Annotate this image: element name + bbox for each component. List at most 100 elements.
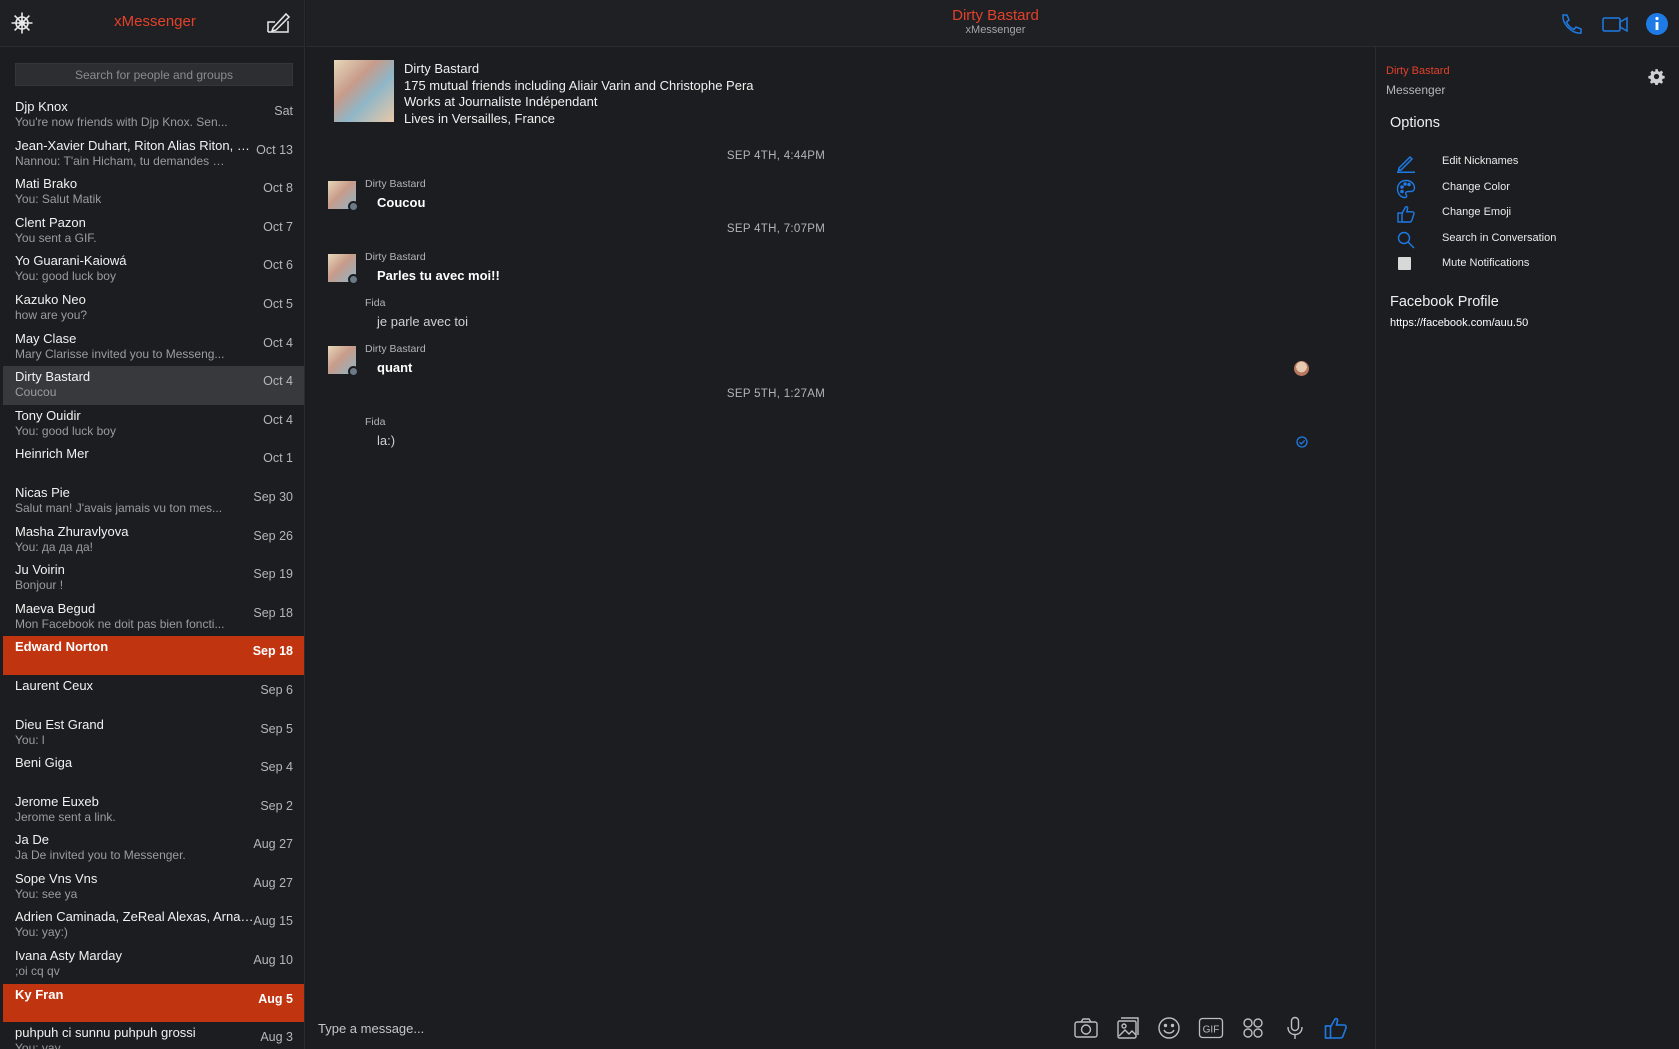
conversation-item[interactable]: Mati Brako You: Salut Matik Oct 8 (3, 173, 304, 212)
conversation-item[interactable]: Jerome Euxeb Jerome sent a link. Sep 2 (3, 791, 304, 830)
conversation-preview: You're now friends with Djp Knox. Sen... (15, 115, 228, 129)
date-separator: SEP 4TH, 7:07PM (726, 223, 826, 235)
conversation-preview: You: Salut Matik (15, 192, 102, 207)
avatar[interactable] (328, 254, 359, 285)
option-mute-notifications[interactable]: Mute Notifications (1390, 253, 1650, 275)
conversation-item[interactable]: Heinrich Mer Oct 1 (3, 443, 304, 482)
conversation-preview: You: good luck boy (15, 423, 116, 438)
facebook-profile-link[interactable]: https://facebook.com/auu.50 (1390, 317, 1528, 329)
conversation-name: Ivana Asty Marday (15, 948, 122, 964)
message-text: Parles tu avec moi!! (377, 268, 500, 283)
conversation-date: Oct 6 (263, 258, 293, 273)
search-input[interactable] (15, 63, 293, 86)
conversation-list: Djp Knox You're now friends with Djp Knox… (3, 96, 304, 1049)
conversation-item[interactable]: Maeva Begud Mon Facebook ne doit pas bien… (3, 598, 304, 637)
gif-icon[interactable]: GIF (1198, 1015, 1224, 1041)
gear-icon[interactable] (1648, 68, 1665, 85)
conversation-item[interactable]: May Clase Mary Clarisse invited you to Me… (3, 328, 304, 367)
conversation-name: Sope Vns Vns (15, 870, 98, 886)
conversation-name: Jean-Xavier Duhart, Riton Alias Riton, S… (15, 137, 255, 153)
emoji-icon[interactable] (1156, 1015, 1182, 1041)
conversation-item[interactable]: Dirty Bastard Coucou Oct 4 (3, 366, 304, 405)
stickers-icon[interactable] (1240, 1015, 1266, 1041)
conversation-item[interactable]: Edward Norton Sep 18 (3, 636, 304, 675)
conversation-date: Oct 4 (263, 374, 293, 389)
conversation-preview: You sent a GIF. (15, 230, 97, 245)
phone-icon[interactable] (1558, 12, 1584, 36)
conversation-preview: You: see ya (15, 886, 78, 901)
conversation-date: Aug 15 (253, 914, 293, 929)
conversation-name: Beni Giga (15, 755, 73, 771)
compose-icon[interactable] (265, 11, 291, 35)
conversation-name: Dirty Bastard (15, 369, 91, 385)
video-call-icon[interactable] (1601, 12, 1628, 36)
conversation-name: Ky Fran (15, 986, 64, 1002)
option-edit-nicknames[interactable]: Edit Nicknames (1390, 151, 1650, 173)
conversation-date: Sep 30 (253, 489, 293, 504)
conversation-item[interactable]: puhpuh ci sunnu puhpuh grossi You: yay Aug… (3, 1022, 304, 1049)
conversation-date: Sep 4 (260, 760, 293, 775)
conversation-item[interactable]: Laurent Ceux Sep 6 (3, 675, 304, 714)
details-panel: Dirty Bastard Messenger Options Edit Nic… (1375, 47, 1679, 1049)
conversation-item[interactable]: Sope Vns Vns You: see ya Aug 27 (3, 868, 304, 907)
conversation-name: Adrien Caminada, ZeReal Alexas, Arnau... (15, 909, 255, 925)
option-change-emoji[interactable]: Change Emoji (1390, 202, 1650, 224)
message-sender: Dirty Bastard (365, 178, 426, 190)
conversation-item[interactable]: Dieu Est Grand You: l Sep 5 (3, 714, 304, 753)
profile-mutual-friends: 175 mutual friends including Aliair Vari… (404, 77, 754, 93)
photo-gallery-icon[interactable] (1115, 1015, 1141, 1041)
conversation-preview: You: good luck boy (15, 269, 116, 284)
conversation-item[interactable]: Ju Voirin Bonjour ! Sep 19 (3, 559, 304, 598)
conversation-item[interactable]: Djp Knox You're now friends with Djp Knox… (3, 96, 304, 135)
conversation-preview: You: l (15, 732, 45, 747)
conversation-item[interactable]: Ivana Asty Marday ;oi cq qv Aug 10 (3, 945, 304, 984)
conversation-date: Oct 1 (263, 451, 293, 466)
conversation-date: Oct 4 (263, 412, 293, 427)
conversation-name: puhpuh ci sunnu puhpuh grossi (15, 1025, 196, 1041)
conversation-date: Sep 18 (253, 605, 293, 620)
option-search-in-conversation[interactable]: Search in Conversation (1390, 228, 1650, 250)
camera-icon[interactable] (1073, 1015, 1099, 1041)
conversation-item[interactable]: Ky Fran Aug 5 (3, 983, 304, 1023)
conversation-date: Sat (274, 104, 293, 118)
conversation-item[interactable]: Kazuko Neo how are you? Oct 5 (3, 289, 304, 328)
date-separator: SEP 4TH, 4:44PM (726, 150, 826, 162)
conversation-item[interactable]: Jean-Xavier Duhart, Riton Alias Riton, S… (3, 135, 304, 174)
info-icon[interactable] (1645, 12, 1671, 36)
conversation-item[interactable]: Beni Giga Sep 4 (3, 752, 304, 791)
option-label: Edit Nicknames (1442, 155, 1519, 167)
conversation-item[interactable]: Adrien Caminada, ZeReal Alexas, Arnau...… (3, 906, 304, 945)
option-change-color[interactable]: Change Color (1390, 177, 1650, 199)
conversation-date: Aug 27 (253, 875, 293, 890)
conversation-item[interactable]: Masha Zhuravlyova You: да да да! Sep 26 (3, 521, 304, 560)
conversation-name: Nicas Pie (15, 484, 70, 500)
conversation-date: Oct 5 (263, 296, 293, 311)
microphone-icon[interactable] (1282, 1015, 1308, 1041)
conversation-date: Oct 7 (263, 219, 293, 234)
avatar[interactable] (328, 346, 359, 377)
conversation-item[interactable]: Tony Ouidir You: good luck boy Oct 4 (3, 405, 304, 444)
message-sender: Fida (365, 416, 386, 428)
conversation-date: Oct 8 (263, 181, 293, 196)
checkbox[interactable] (1396, 255, 1416, 275)
conversation-date: Oct 13 (256, 142, 293, 157)
date-separator: SEP 5TH, 1:27AM (726, 388, 826, 400)
conversation-name: Tony Ouidir (15, 407, 81, 423)
palette-icon (1396, 179, 1416, 199)
details-name: Dirty Bastard (1386, 65, 1450, 77)
svg-text:GIF: GIF (1203, 1025, 1220, 1036)
conversation-item[interactable]: Ja De Ja De invited you to Messenger. Aug … (3, 829, 304, 868)
like-icon[interactable] (1323, 1015, 1349, 1041)
message-input[interactable] (318, 1012, 698, 1044)
profile-location: Lives in Versailles, France (404, 110, 556, 126)
conversation-date: Sep 6 (260, 682, 293, 697)
sidebar-header: xMessenger (0, 0, 304, 47)
avatar[interactable] (328, 181, 359, 212)
message-composer: GIF (306, 1010, 1375, 1046)
message-sender: Dirty Bastard (365, 343, 426, 355)
conversation-name: Maeva Begud (15, 600, 96, 616)
conversation-item[interactable]: Clent Pazon You sent a GIF. Oct 7 (3, 212, 304, 251)
profile-info: Dirty Bastard 175 mutual friends includi… (404, 61, 924, 127)
conversation-item[interactable]: Nicas Pie Salut man! J'avais jamais vu to… (3, 482, 304, 521)
conversation-item[interactable]: Yo Guarani-Kaiowá You: good luck boy Oct 6 (3, 250, 304, 289)
